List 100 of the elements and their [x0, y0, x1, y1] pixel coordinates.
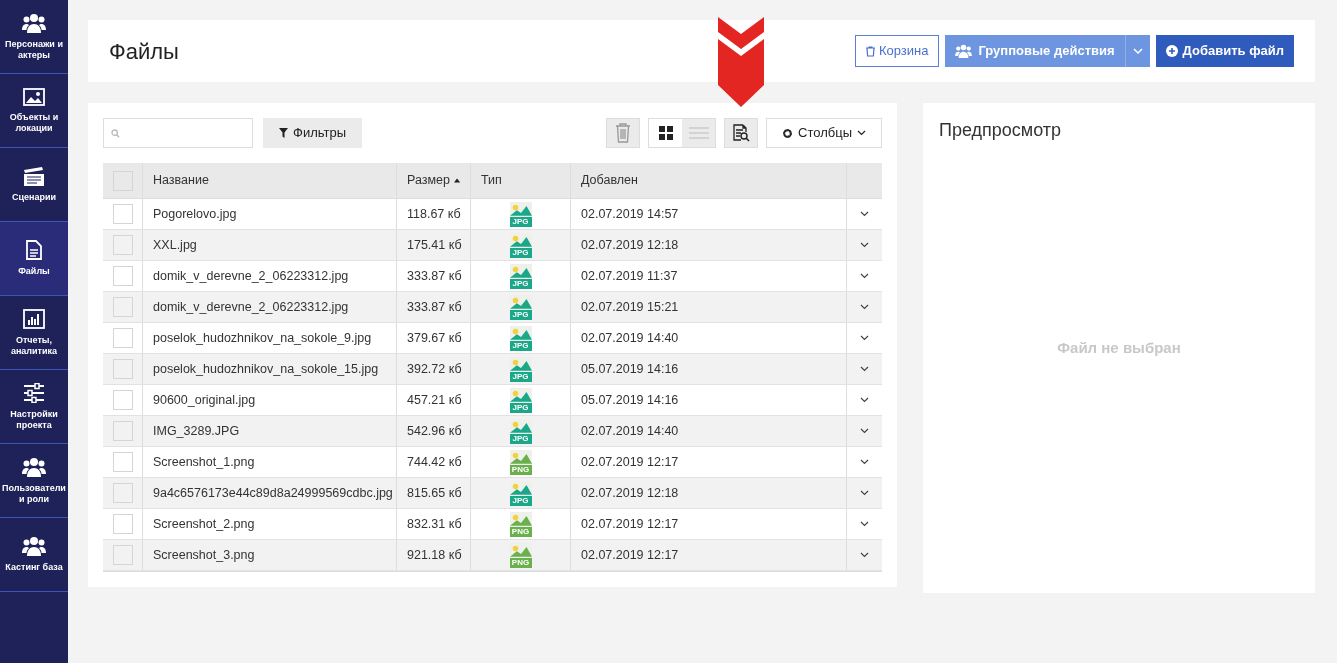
- file-size: 392.72 кб: [407, 360, 462, 378]
- date-added: 02.07.2019 14:40: [581, 422, 679, 440]
- preview-toggle-button[interactable]: [724, 118, 758, 148]
- date-added: 02.07.2019 15:21: [581, 298, 679, 316]
- row-checkbox[interactable]: [112, 421, 133, 441]
- gear-icon: [782, 127, 793, 139]
- file-size: 542.96 кб: [407, 422, 462, 440]
- grid-icon: [658, 126, 673, 140]
- sort-ascending-icon: [453, 178, 460, 183]
- date-added: 05.07.2019 14:16: [581, 360, 679, 378]
- date-added: 02.07.2019 12:18: [581, 236, 679, 254]
- file-name: domik_v_derevne_2_06223312.jpg: [153, 267, 349, 285]
- file-type-label: PNG: [509, 557, 532, 568]
- users-icon: [22, 456, 46, 477]
- users-icon: [22, 536, 46, 556]
- sidebar-label: Отчеты, аналитика: [9, 334, 59, 357]
- expand-chevron-icon[interactable]: [860, 490, 869, 496]
- expand-chevron-icon[interactable]: [860, 304, 869, 310]
- search-icon: [111, 127, 120, 139]
- date-added: 02.07.2019 12:17: [581, 546, 679, 564]
- delete-button[interactable]: [606, 118, 640, 148]
- file-type-label: JPG: [509, 309, 532, 320]
- expand-chevron-icon[interactable]: [860, 242, 869, 248]
- file-name: domik_v_derevne_2_06223312.jpg: [153, 298, 349, 316]
- expand-chevron-icon[interactable]: [860, 335, 869, 341]
- page-title: Файлы: [109, 37, 180, 66]
- file-size: 832.31 кб: [407, 515, 462, 533]
- sidebar-label: Кастинг база: [4, 562, 64, 573]
- expand-chevron-icon[interactable]: [860, 273, 869, 279]
- date-added: 02.07.2019 12:17: [581, 453, 679, 471]
- expand-chevron-icon[interactable]: [860, 397, 869, 403]
- sidebar-label: Файлы: [17, 266, 51, 277]
- landscape-icon: [509, 233, 532, 247]
- row-checkbox[interactable]: [112, 390, 133, 410]
- row-checkbox[interactable]: [112, 545, 133, 565]
- row-checkbox[interactable]: [112, 452, 133, 472]
- file-name: Screenshot_3.png: [153, 546, 255, 564]
- column-header[interactable]: Размер: [407, 171, 450, 190]
- trash-icon: [865, 45, 875, 57]
- preview-title: Предпросмотр: [939, 119, 1063, 142]
- file-size: 457.21 кб: [407, 391, 462, 409]
- plus-circle-icon: [1165, 45, 1178, 57]
- sidebar-item[interactable]: Файлы: [0, 222, 68, 296]
- landscape-icon: [509, 295, 532, 309]
- file-name: poselok_hudozhnikov_na_sokole_15.jpg: [153, 360, 379, 378]
- add-file-button[interactable]: Добавить файл: [1155, 35, 1294, 67]
- file-type-label: JPG: [509, 371, 532, 382]
- landscape-icon: [509, 450, 532, 464]
- landscape-icon: [509, 481, 532, 495]
- trash-button[interactable]: Корзина: [854, 35, 940, 67]
- row-checkbox[interactable]: [112, 483, 133, 503]
- expand-chevron-icon[interactable]: [860, 459, 869, 465]
- landscape-icon: [509, 357, 532, 371]
- file-type-label: PNG: [509, 526, 532, 537]
- file-size: 921.18 кб: [407, 546, 462, 564]
- file-size: 333.87 кб: [407, 298, 462, 316]
- document-icon: [26, 240, 42, 260]
- column-header[interactable]: Название: [153, 171, 209, 190]
- landscape-icon: [509, 202, 532, 216]
- row-checkbox[interactable]: [112, 514, 133, 534]
- file-type-label: JPG: [509, 433, 532, 444]
- landscape-icon: [509, 512, 532, 526]
- columns-button[interactable]: Столбцы: [766, 118, 882, 148]
- file-size: 118.67 кб: [407, 205, 461, 223]
- row-checkbox[interactable]: [112, 204, 133, 224]
- row-checkbox[interactable]: [112, 297, 133, 317]
- expand-chevron-icon[interactable]: [860, 428, 869, 434]
- expand-chevron-icon[interactable]: [860, 521, 869, 527]
- sidebar-label: Сценарии: [10, 192, 57, 203]
- expand-chevron-icon[interactable]: [860, 211, 869, 217]
- file-type-label: JPG: [509, 402, 532, 413]
- file-size: 333.87 кб: [407, 267, 462, 285]
- date-added: 05.07.2019 14:16: [581, 391, 679, 409]
- users-icon: [22, 12, 46, 33]
- caret-icon: [857, 130, 866, 136]
- file-size: 744.42 кб: [407, 453, 462, 471]
- sidebar-label: Пользователи и роли: [1, 482, 67, 505]
- row-checkbox[interactable]: [112, 235, 133, 255]
- row-checkbox[interactable]: [112, 359, 133, 379]
- file-type-label: JPG: [509, 340, 532, 351]
- date-added: 02.07.2019 14:40: [581, 329, 679, 347]
- search-field[interactable]: [103, 118, 253, 148]
- file-type-label: JPG: [509, 247, 532, 258]
- landscape-icon: [509, 419, 532, 433]
- sidebar-label: Персонажи и актеры: [4, 38, 64, 61]
- caret-icon: [1132, 48, 1143, 54]
- column-header[interactable]: Добавлен: [581, 171, 638, 190]
- column-header[interactable]: Тип: [481, 171, 502, 190]
- sliders-icon: [23, 382, 45, 403]
- expand-chevron-icon[interactable]: [860, 366, 869, 372]
- row-checkbox[interactable]: [112, 328, 133, 348]
- file-size: 175.41 кб: [407, 236, 462, 254]
- file-size: 815.65 кб: [407, 484, 462, 502]
- row-checkbox[interactable]: [112, 266, 133, 286]
- expand-chevron-icon[interactable]: [860, 552, 869, 558]
- trash-icon: [615, 123, 631, 143]
- file-name: 90600_original.jpg: [153, 391, 256, 409]
- file-name: Screenshot_2.png: [153, 515, 255, 533]
- clapperboard-icon: [23, 166, 45, 186]
- filters-button[interactable]: Фильтры: [263, 118, 362, 148]
